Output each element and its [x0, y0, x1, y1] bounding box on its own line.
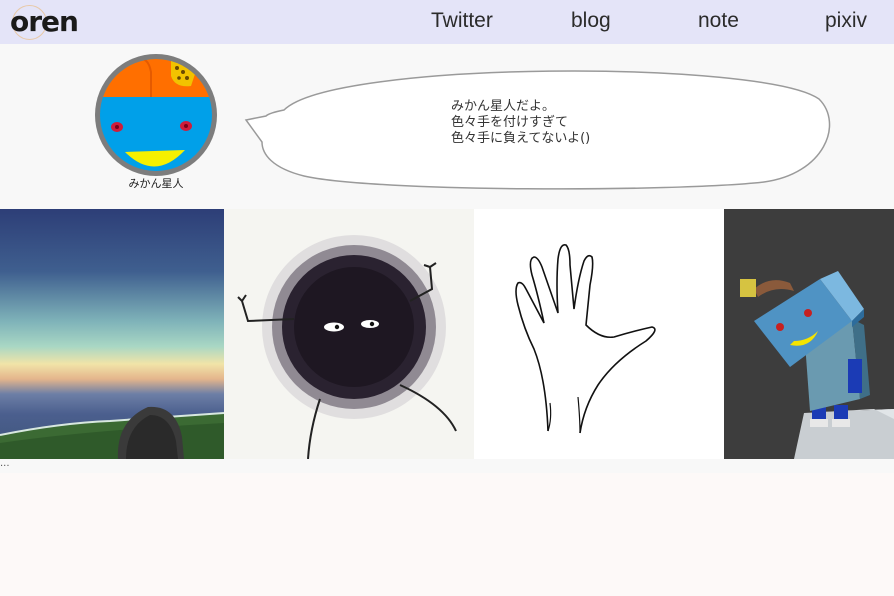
- nav-link-blog[interactable]: blog: [571, 8, 611, 34]
- logo-text: oren: [10, 5, 79, 38]
- gallery-item-robot[interactable]: [724, 209, 894, 459]
- header-bar: oren Twitter blog note pixiv: [0, 0, 894, 44]
- avatar: [93, 52, 219, 178]
- speech-bubble-text: みかん星人だよ。 色々手を付けすぎて 色々手に負えてないよ(): [451, 99, 590, 147]
- profile-section: みかん星人 みかん星人だよ。 色々手を付けすぎて 色々手に負えてないよ(): [0, 44, 894, 209]
- fuzzy-creature-drawing-icon: [224, 209, 474, 459]
- bubble-line-2: 色々手を付けすぎて: [451, 115, 569, 130]
- 3d-robot-render-icon: [724, 209, 894, 459]
- gallery-footer-strip: [0, 459, 894, 473]
- orange-alien-avatar-icon: [95, 54, 217, 176]
- nav-link-note[interactable]: note: [698, 8, 739, 34]
- landscape-painting-icon: [0, 209, 224, 459]
- gallery-item-creature[interactable]: [224, 209, 474, 459]
- more-indicator[interactable]: ...: [0, 459, 10, 469]
- nav-link-pixiv[interactable]: pixiv: [825, 8, 867, 34]
- avatar-name: みかん星人: [128, 177, 184, 190]
- gallery-item-landscape[interactable]: [0, 209, 224, 459]
- bubble-line-1: みかん星人だよ。: [451, 99, 556, 114]
- bubble-line-3: 色々手に負えてないよ(): [451, 131, 591, 146]
- hand-sketch-icon: [474, 209, 724, 459]
- site-logo[interactable]: oren: [10, 4, 79, 40]
- gallery-item-hand[interactable]: [474, 209, 724, 459]
- artwork-gallery: [0, 209, 894, 459]
- nav-link-twitter[interactable]: Twitter: [431, 8, 493, 34]
